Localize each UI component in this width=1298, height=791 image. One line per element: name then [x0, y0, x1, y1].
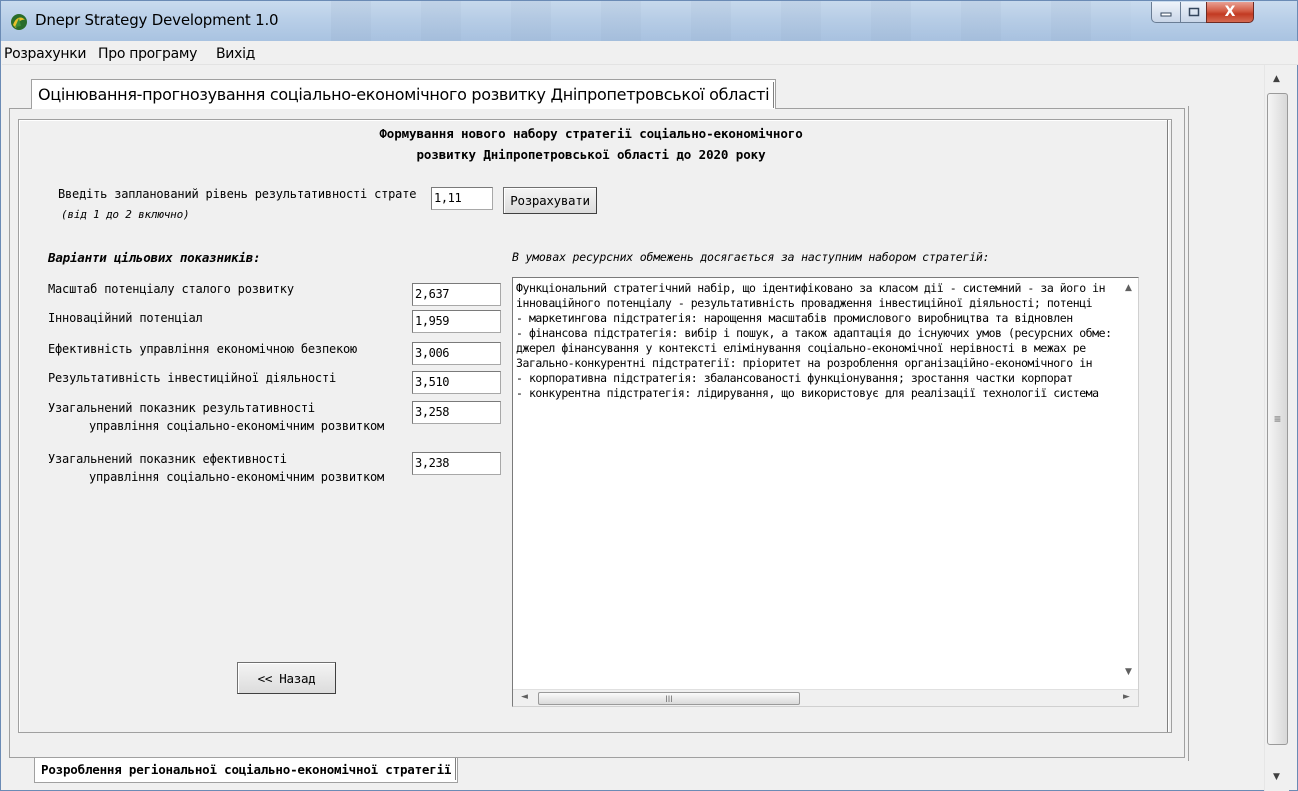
app-logo-icon — [11, 14, 27, 30]
close-button[interactable]: X — [1206, 2, 1254, 23]
tab-regional-strategy-label: Розроблення регіональної соціально-еконо… — [41, 762, 452, 777]
scroll-down-icon[interactable]: ▼ — [1125, 668, 1132, 677]
tab-separator — [455, 758, 458, 780]
title-bar-background — [331, 1, 1131, 41]
panel-heading-line2: розвитку Дніпропетровської області до 20… — [416, 147, 766, 162]
scroll-right-icon[interactable]: ► — [1123, 693, 1130, 702]
indicator-value[interactable]: 2,637 — [412, 283, 501, 306]
target-indicators-title: Варіанти цільових показників: — [48, 250, 261, 265]
memo-line: джерел фінансування у контексті елімінув… — [516, 341, 1086, 355]
indicator-label: Інноваційний потенціал — [48, 311, 203, 325]
thumb-grip-icon: III — [665, 693, 673, 704]
indicator-label: Узагальнений показник результативності — [48, 401, 315, 415]
scroll-up-icon[interactable]: ▲ — [1125, 284, 1132, 293]
memo-line: - корпоративна підстратегія: збалансован… — [516, 371, 1073, 385]
indicator-value[interactable]: 3,510 — [412, 371, 501, 394]
scroll-up-icon[interactable]: ▲ — [1273, 75, 1280, 84]
indicator-value[interactable]: 3,006 — [412, 342, 501, 365]
window-scroll-thumb[interactable]: ≡ — [1267, 93, 1288, 745]
panel-heading-line1: Формування нового набору стратегії соціа… — [379, 126, 803, 141]
memo-line: - фінансова підстратегія: вибір і пошук,… — [516, 326, 1112, 340]
menu-about[interactable]: Про програму — [98, 46, 197, 62]
close-icon: X — [1224, 4, 1236, 20]
minimize-icon — [1160, 12, 1172, 17]
strategy-set-title: В умовах ресурсних обмежень досягається … — [512, 250, 990, 264]
thumb-grip-icon: ≡ — [1273, 412, 1281, 426]
scroll-down-icon[interactable]: ▼ — [1273, 773, 1280, 782]
menu-calculations[interactable]: Розрахунки — [4, 46, 87, 62]
title-bar[interactable]: Dnepr Strategy Development 1.0 X — [1, 1, 1297, 41]
indicator-label: Ефективність управління економічною безп… — [48, 342, 358, 356]
maximize-button[interactable] — [1180, 2, 1207, 23]
minimize-button[interactable] — [1151, 2, 1181, 23]
indicator-label: Результативність інвестиційної діяльност… — [48, 371, 337, 385]
tab-assessment-forecasting-label: Оцінювання-прогнозування соціально-еконо… — [38, 85, 770, 104]
indicator-value[interactable]: 1,959 — [412, 310, 501, 333]
indicator-label-continued: управління соціально-економічним розвитк… — [89, 419, 385, 433]
performance-level-input[interactable]: 1,11 — [431, 187, 493, 210]
indicator-label-continued: управління соціально-економічним розвитк… — [89, 470, 385, 484]
memo-line: інноваційного потенціалу - результативні… — [516, 296, 1093, 310]
memo-text: Функціональний стратегічний набір, що ід… — [516, 281, 1134, 681]
tab-separator — [773, 82, 776, 108]
memo-line: Функціональний стратегічний набір, що ід… — [516, 281, 1106, 295]
indicator-value[interactable]: 3,258 — [412, 401, 501, 424]
memo-line: Загально-конкурентні підстратегії: пріор… — [516, 356, 1093, 370]
performance-level-hint: (від 1 до 2 включно) — [61, 208, 190, 221]
indicator-label: Узагальнений показник ефективності — [48, 452, 287, 466]
tab-assessment-forecasting[interactable]: Оцінювання-прогнозування соціально-еконо… — [31, 79, 777, 109]
menu-bar: Розрахунки Про програму Вихід — [2, 41, 1298, 65]
window-vertical-scrollbar[interactable]: ▲ ≡ ▼ — [1264, 65, 1289, 791]
memo-horizontal-thumb[interactable]: III — [538, 692, 800, 705]
window-title: Dnepr Strategy Development 1.0 — [35, 11, 279, 29]
scroll-left-icon[interactable]: ◄ — [521, 693, 528, 702]
tab-regional-strategy[interactable]: Розроблення регіональної соціально-еконо… — [34, 758, 459, 783]
strategy-set-memo[interactable]: Функціональний стратегічний набір, що ід… — [512, 277, 1139, 707]
memo-horizontal-scrollbar[interactable]: ◄ III ► — [513, 689, 1138, 706]
memo-vertical-scrollbar[interactable]: ▲ ▼ — [1121, 278, 1138, 689]
maximize-icon — [1188, 7, 1199, 17]
memo-line: - конкурентна підстратегія: лідирування,… — [516, 386, 1099, 400]
menu-exit[interactable]: Вихід — [216, 46, 255, 62]
app-window: Dnepr Strategy Development 1.0 X Розраху… — [0, 0, 1298, 791]
panel-edge — [1167, 120, 1169, 732]
indicator-value[interactable]: 3,238 — [412, 452, 501, 475]
performance-level-label: Введіть запланований рівень результативн… — [58, 187, 417, 201]
back-button[interactable]: << Назад — [237, 662, 336, 694]
calculate-button[interactable]: Розрахувати — [503, 187, 597, 214]
indicator-label: Масштаб потенціалу сталого розвитку — [48, 282, 294, 296]
panel-divider — [1188, 106, 1189, 761]
memo-line: - маркетингова підстратегія: нарощення м… — [516, 311, 1073, 325]
